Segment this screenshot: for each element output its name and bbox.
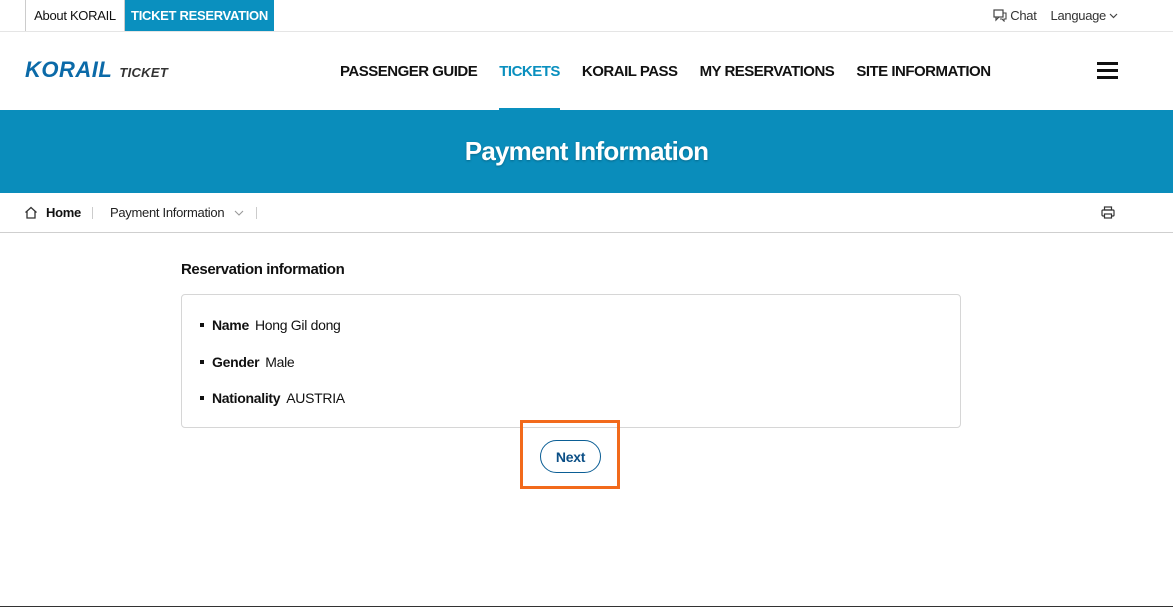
breadcrumb-home[interactable]: Home <box>24 205 81 220</box>
breadcrumb-divider <box>256 207 257 219</box>
breadcrumb-current-label: Payment Information <box>110 205 225 220</box>
chat-icon <box>993 9 1007 22</box>
reservation-info-box: Name Hong Gil dong Gender Male Nationali… <box>181 294 961 428</box>
gender-value: Male <box>265 354 295 370</box>
hamburger-menu-icon[interactable] <box>1097 62 1118 80</box>
nationality-value: AUSTRIA <box>286 390 345 406</box>
nav-site-information[interactable]: SITE INFORMATION <box>845 32 1001 111</box>
top-utility-bar: About KORAIL TICKET RESERVATION Chat Lan… <box>0 0 1173 31</box>
korail-logo[interactable]: KORAIL TICKET <box>25 57 168 83</box>
logo-ticket-text: TICKET <box>119 65 169 80</box>
breadcrumb-home-label: Home <box>46 205 81 220</box>
nav-passenger-guide[interactable]: PASSENGER GUIDE <box>329 32 488 111</box>
breadcrumb-divider <box>92 207 93 219</box>
nav-korail-pass[interactable]: KORAIL PASS <box>571 32 689 111</box>
nationality-label: Nationality <box>212 390 281 406</box>
info-row-nationality: Nationality AUSTRIA <box>200 390 345 406</box>
breadcrumb-current[interactable]: Payment Information <box>110 205 244 220</box>
main-header: KORAIL TICKET PASSENGER GUIDE TICKETS KO… <box>0 31 1173 111</box>
bullet <box>200 323 204 327</box>
ticket-reservation-tab[interactable]: TICKET RESERVATION <box>125 0 274 31</box>
language-label: Language <box>1050 8 1107 23</box>
info-row-name: Name Hong Gil dong <box>200 317 341 333</box>
home-icon <box>25 206 37 219</box>
top-right-links: Chat Language <box>993 0 1118 31</box>
bottom-divider <box>0 606 1173 607</box>
name-label: Name <box>212 317 249 333</box>
about-korail-tab[interactable]: About KORAIL <box>25 0 125 31</box>
next-button[interactable]: Next <box>540 440 601 473</box>
breadcrumb: Home Payment Information <box>0 193 1173 233</box>
chevron-down-icon <box>234 210 244 216</box>
language-selector[interactable]: Language <box>1051 8 1118 23</box>
bullet <box>200 396 204 400</box>
name-value: Hong Gil dong <box>254 317 341 333</box>
nav-my-reservations[interactable]: MY RESERVATIONS <box>689 32 846 111</box>
page-banner: Payment Information <box>0 110 1173 193</box>
global-navigation: PASSENGER GUIDE TICKETS KORAIL PASS MY R… <box>329 32 1002 111</box>
reservation-info-heading: Reservation information <box>181 261 345 278</box>
page-title: Payment Information <box>464 136 709 166</box>
logo-korail-text: KORAIL <box>25 57 113 82</box>
chat-link[interactable]: Chat <box>993 8 1037 23</box>
gender-label: Gender <box>212 354 260 370</box>
print-button[interactable] <box>1101 206 1115 224</box>
nav-tickets[interactable]: TICKETS <box>488 32 571 111</box>
bullet <box>200 360 204 364</box>
chevron-down-icon <box>1109 13 1118 18</box>
info-row-gender: Gender Male <box>200 354 295 370</box>
chat-label: Chat <box>1010 8 1037 23</box>
print-icon <box>1101 206 1115 219</box>
